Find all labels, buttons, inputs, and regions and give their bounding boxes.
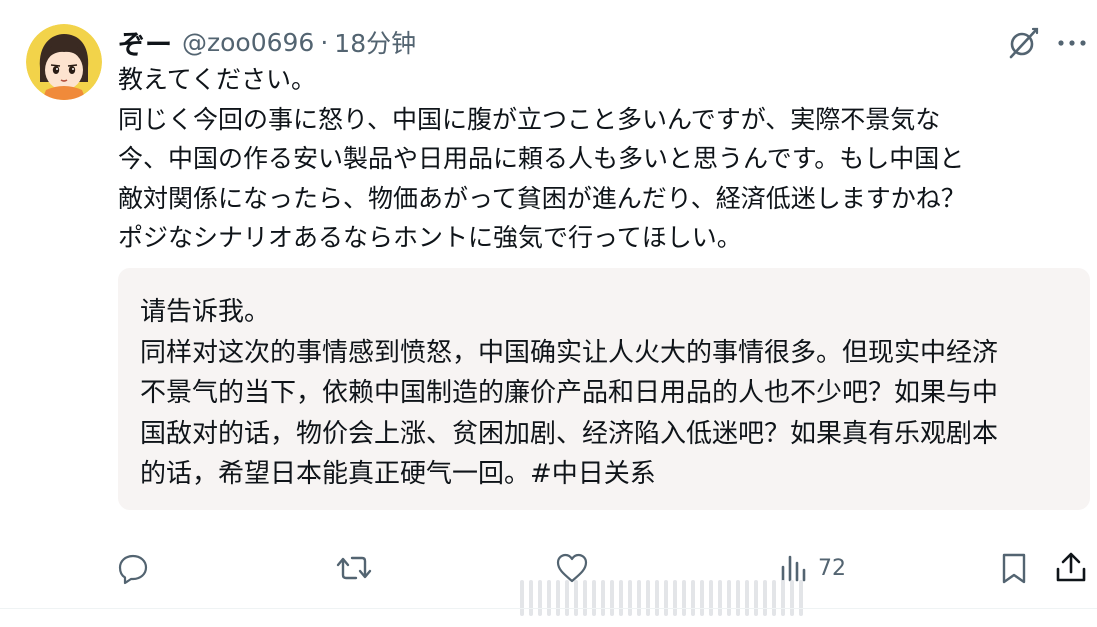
grok-icon[interactable] <box>1004 26 1042 60</box>
bookmark-icon <box>1002 553 1026 584</box>
translation-text: 请告诉我。 同样对这次的事情感到愤怒，中国确实让人火大的事情很多。但现实中经济 … <box>140 292 1070 495</box>
views-count: 72 <box>818 555 846 581</box>
post-card: ぞー @zoo0696 · 18分钟 教えてください。 同じく今回の事に怒り、中… <box>0 0 1097 627</box>
translation-line: 国敌对的话，物价会上涨、贫困加剧、经济陷入低迷吧？如果真有乐观剧本 <box>140 418 999 449</box>
share-icon <box>1056 552 1086 582</box>
bookmark-button[interactable] <box>998 546 1030 590</box>
post-text-line: 今、中国の作る安い製品や日用品に頼る人も多いと思うんです。もし中国と <box>118 144 965 173</box>
author-display-name[interactable]: ぞー <box>118 23 172 62</box>
post-text-line: ポジなシナリオあるならホントに強気で行ってほしい。 <box>118 223 742 252</box>
post-text-line: 同じく今回の事に怒り、中国に腹が立つこと多いんですが、実際不景気な <box>118 104 941 134</box>
post-text-line: 敵対関係になったら、物価あがって貧困が進んだり、経済低迷しますかね？ <box>118 183 966 213</box>
reply-icon <box>118 554 148 585</box>
author-handle[interactable]: @zoo0696 <box>182 28 314 57</box>
share-button[interactable] <box>1054 546 1088 590</box>
more-icon[interactable] <box>1052 26 1092 60</box>
avatar[interactable] <box>26 24 102 100</box>
divider <box>0 608 1097 609</box>
cartoon-girl-avatar-icon <box>26 24 102 100</box>
translation-line: 同样对这次的事情感到愤怒，中国确实让人火大的事情很多。但现实中经济 <box>140 337 999 368</box>
repost-icon <box>336 556 372 580</box>
post-timestamp[interactable]: 18分钟 <box>334 24 416 60</box>
post-text-line: 教えてください。 <box>118 65 317 94</box>
translation-line: 请告诉我。 <box>140 297 271 327</box>
translation-line: 不景气的当下，依赖中国制造的廉价产品和日用品的人也不少吧？如果与中 <box>140 378 999 408</box>
repost-button[interactable] <box>334 546 374 590</box>
views-icon <box>781 555 806 582</box>
translation-box: 请告诉我。 同样对这次的事情感到愤怒，中国确实让人火大的事情很多。但现实中经济 … <box>118 268 1090 510</box>
header-separator: · <box>320 27 329 57</box>
post-header: ぞー @zoo0696 · 18分钟 <box>118 23 416 62</box>
post-text: 教えてください。 同じく今回の事に怒り、中国に腹が立つこと多いんですが、実際不景… <box>118 60 1088 258</box>
reply-button[interactable] <box>116 546 150 590</box>
translation-line: 的话，希望日本能真正硬气一回。#中日关系 <box>140 459 656 489</box>
watermark-stripes <box>520 580 803 616</box>
